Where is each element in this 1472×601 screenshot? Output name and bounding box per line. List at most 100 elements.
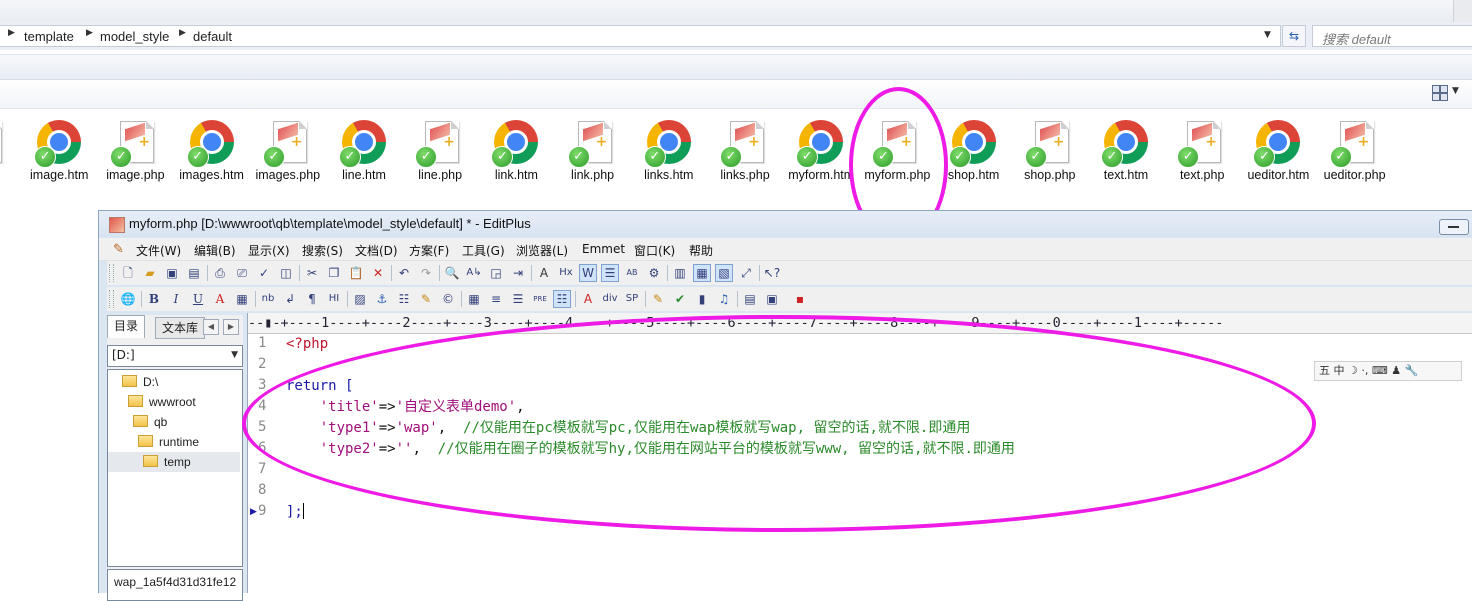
list-icon[interactable]: ☷: [395, 290, 413, 308]
italic-icon[interactable]: I: [167, 290, 185, 308]
search-input[interactable]: 搜索 default: [1312, 25, 1472, 47]
globe-icon[interactable]: 🌐: [119, 290, 137, 308]
undo-icon[interactable]: ↶: [395, 264, 413, 282]
chevron-down-icon[interactable]: ▼: [1264, 30, 1271, 40]
file-item[interactable]: ✓ line.htm: [326, 118, 402, 184]
cliptext-window-icon[interactable]: ▥: [671, 264, 689, 282]
file-item[interactable]: ✓ myform.htm: [783, 118, 859, 184]
menu-search[interactable]: 搜索(S): [302, 242, 343, 259]
validate-icon[interactable]: ✔: [671, 290, 689, 308]
settings-gear-icon[interactable]: ⚙: [645, 264, 663, 282]
menu-view[interactable]: 显示(X): [248, 242, 290, 259]
file-item[interactable]: ✓ image.htm: [21, 118, 97, 184]
tree-item-wwwroot[interactable]: wwwroot: [128, 392, 196, 412]
plugin-icon[interactable]: ▪: [791, 290, 809, 308]
file-item[interactable]: ✓ + images.php: [250, 118, 326, 184]
print-icon[interactable]: ⎚: [233, 264, 251, 282]
file-item[interactable]: ✓ + links.php: [707, 118, 783, 184]
drive-select[interactable]: [D:] ▼: [107, 345, 243, 367]
copyright-icon[interactable]: ©: [439, 290, 457, 308]
file-item[interactable]: ✓ ueditor.htm: [1240, 118, 1316, 184]
redo-icon[interactable]: ↷: [417, 264, 435, 282]
breadcrumb-model-style[interactable]: model_style: [100, 29, 169, 44]
save-all-icon[interactable]: ▤: [185, 264, 203, 282]
table-icon[interactable]: ▦: [465, 290, 483, 308]
directory-window-icon[interactable]: ▦: [693, 264, 711, 282]
line-break-icon[interactable]: ↲: [281, 290, 299, 308]
tab-cliptext[interactable]: 文本库: [155, 317, 206, 339]
heading-icon[interactable]: Hx: [557, 264, 575, 282]
file-list-item[interactable]: wap_1a5f4d31d31fe12: [114, 575, 236, 589]
chevron-right-icon[interactable]: ▶: [86, 28, 93, 38]
find-in-files-icon[interactable]: ◲: [487, 264, 505, 282]
menu-document[interactable]: 文档(D): [355, 242, 398, 259]
layout-icon[interactable]: ▣: [763, 290, 781, 308]
ime-toolbar[interactable]: 五 中 ☽ ·, ⌨ ♟ 🔧: [1314, 361, 1462, 381]
font-icon[interactable]: A: [535, 264, 553, 282]
chevron-down-icon[interactable]: ▼: [1452, 86, 1459, 96]
code-area[interactable]: <?php return [ 'title'=>'自定义表单demo', 'ty…: [286, 333, 1466, 593]
view-options-icon[interactable]: [1432, 85, 1448, 101]
ordered-list-icon[interactable]: ☷: [553, 290, 571, 308]
ruler-icon[interactable]: ☰: [601, 264, 619, 282]
paste-icon[interactable]: 📋: [347, 264, 365, 282]
menu-window[interactable]: 窗口(K): [634, 242, 675, 259]
new-file-icon[interactable]: 🗋: [119, 264, 137, 282]
file-item[interactable]: ✓ + shop.php: [1012, 118, 1088, 184]
line-number-icon[interactable]: AB: [623, 264, 641, 282]
file-item[interactable]: ✓ images.htm: [174, 118, 250, 184]
output-window-icon[interactable]: ▧: [715, 264, 733, 282]
paragraph-icon[interactable]: ¶: [303, 290, 321, 308]
save-icon[interactable]: ▣: [163, 264, 181, 282]
font-color-icon[interactable]: A: [211, 290, 229, 308]
tree-item-qb[interactable]: qb: [133, 412, 167, 432]
delete-icon[interactable]: ✕: [369, 264, 387, 282]
file-item[interactable]: ✓ + myform.php: [859, 118, 935, 184]
open-folder-icon[interactable]: ▰: [141, 264, 159, 282]
tree-item-runtime[interactable]: runtime: [138, 432, 199, 452]
chevron-right-icon[interactable]: ▶: [179, 28, 186, 38]
edit-icon[interactable]: ✎: [649, 290, 667, 308]
music-icon[interactable]: ♫: [715, 290, 733, 308]
chevron-right-icon[interactable]: ▶: [223, 319, 239, 335]
toolbar-grip[interactable]: [109, 290, 114, 308]
tree-item-temp[interactable]: temp: [108, 452, 240, 472]
file-item[interactable]: ✓ + link.php: [555, 118, 631, 184]
tab-directory[interactable]: 目录: [107, 315, 146, 338]
image-icon[interactable]: ▨: [351, 290, 369, 308]
tree-item-d[interactable]: D:\: [122, 372, 158, 392]
frame-icon[interactable]: ▤: [741, 290, 759, 308]
menu-browser[interactable]: 浏览器(L): [516, 242, 568, 259]
bold-icon[interactable]: B: [145, 290, 163, 308]
nbsp-icon[interactable]: nb: [259, 290, 277, 308]
cut-icon[interactable]: ✂: [303, 264, 321, 282]
film-icon[interactable]: ▮: [693, 290, 711, 308]
print-preview-icon[interactable]: ⎙: [211, 264, 229, 282]
file-item[interactable]: ✓ text.htm: [1088, 118, 1164, 184]
breadcrumb-default[interactable]: default: [193, 29, 232, 44]
spellcheck-icon[interactable]: ✓: [255, 264, 273, 282]
find-icon[interactable]: 🔍: [443, 264, 461, 282]
file-item[interactable]: ✓ links.htm: [631, 118, 707, 184]
color-picker-icon[interactable]: ▦: [233, 290, 251, 308]
file-item[interactable]: ✓ + image.php: [97, 118, 173, 184]
div-icon[interactable]: div: [601, 290, 619, 308]
replace-icon[interactable]: A↳: [465, 264, 483, 282]
fullscreen-icon[interactable]: ⤢: [737, 264, 755, 282]
center-icon[interactable]: ☰: [509, 290, 527, 308]
menu-tools[interactable]: 工具(G): [462, 242, 505, 259]
breadcrumb-template[interactable]: template: [24, 29, 74, 44]
span-icon[interactable]: SP: [623, 290, 641, 308]
copy-icon[interactable]: ❐: [325, 264, 343, 282]
anchor-icon[interactable]: ⚓: [373, 290, 391, 308]
highlighter-icon[interactable]: ✎: [417, 290, 435, 308]
form-icon[interactable]: A: [579, 290, 597, 308]
chevron-right-icon[interactable]: ▶: [8, 28, 15, 38]
file-item[interactable]: ✓ + line.php: [402, 118, 478, 184]
align-icon[interactable]: ≡: [487, 290, 505, 308]
file-item[interactable]: ✓ + text.php: [1164, 118, 1240, 184]
word-wrap-icon[interactable]: W: [579, 264, 597, 282]
menu-file[interactable]: 文件(W): [136, 242, 181, 259]
top-scroll-button[interactable]: [1453, 0, 1472, 22]
menu-help[interactable]: 帮助: [689, 242, 713, 259]
